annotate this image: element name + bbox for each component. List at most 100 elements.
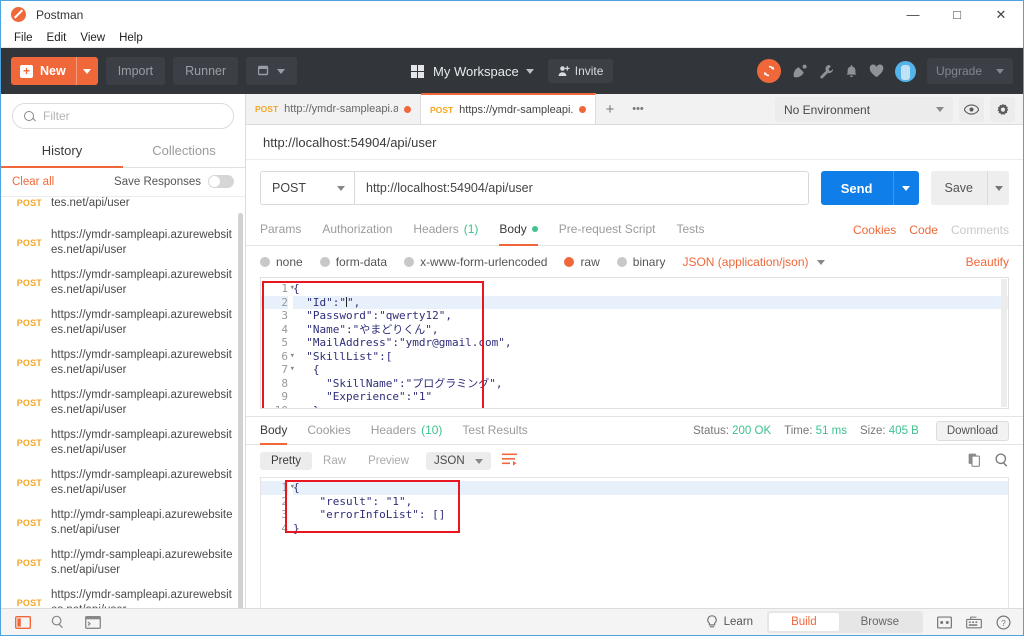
sync-icon[interactable] bbox=[756, 59, 781, 83]
keyboard-icon[interactable] bbox=[966, 616, 982, 629]
minimize-icon[interactable]: — bbox=[891, 1, 935, 28]
body-type-urlencoded[interactable]: x-www-form-urlencoded bbox=[404, 255, 547, 269]
history-item[interactable]: POST https://ymdr-sampleapi.azurewebsites… bbox=[1, 223, 245, 263]
menu-item-file[interactable]: File bbox=[7, 28, 40, 48]
fold-arrow-icon[interactable]: ▾ bbox=[290, 363, 295, 377]
tab-body[interactable]: Body bbox=[499, 215, 538, 246]
sidebar-tab-collections[interactable]: Collections bbox=[123, 136, 245, 168]
history-item[interactable]: POST tes.net/api/user bbox=[1, 197, 245, 223]
invite-button[interactable]: Invite bbox=[547, 59, 614, 83]
environment-selector[interactable]: No Environment bbox=[775, 97, 953, 122]
history-item[interactable]: POST https://ymdr-sampleapi.azurewebsites… bbox=[1, 263, 245, 303]
comments-link[interactable]: Comments bbox=[951, 223, 1009, 237]
sidebar-toggle-icon[interactable] bbox=[15, 615, 31, 629]
browse-button[interactable]: Browse bbox=[839, 613, 921, 631]
response-tab-cookies[interactable]: Cookies bbox=[307, 416, 350, 445]
response-tab-test-results[interactable]: Test Results bbox=[462, 416, 527, 445]
body-type-binary[interactable]: binary bbox=[616, 255, 665, 269]
new-button[interactable]: + New bbox=[11, 57, 98, 85]
help-icon[interactable]: ? bbox=[996, 615, 1011, 630]
workspace-selector[interactable]: My Workspace Invite bbox=[411, 59, 614, 83]
search-icon[interactable] bbox=[51, 615, 65, 629]
learn-button[interactable]: Learn bbox=[706, 614, 753, 630]
history-list[interactable]: POST tes.net/api/user POST https://ymdr-sam… bbox=[1, 196, 245, 608]
request-tab-1[interactable]: POST http://ymdr-sampleapi.azurewe bbox=[246, 94, 421, 124]
maximize-icon[interactable]: □ bbox=[935, 1, 979, 28]
console-icon[interactable] bbox=[85, 615, 101, 629]
history-item-method: POST bbox=[16, 198, 42, 208]
body-type-none[interactable]: none bbox=[260, 255, 303, 269]
toggle-switch[interactable] bbox=[208, 175, 234, 188]
new-tab-button[interactable]: + bbox=[596, 94, 624, 124]
send-button[interactable]: Send bbox=[820, 171, 893, 205]
close-icon[interactable]: ✕ bbox=[979, 1, 1023, 28]
request-editor-lines[interactable]: { "Id":"", "Password":"qwerty12", "Name"… bbox=[293, 282, 1008, 408]
sidebar-scrollbar[interactable] bbox=[238, 213, 243, 608]
search-icon[interactable] bbox=[995, 452, 1009, 470]
history-item[interactable]: POST https://ymdr-sampleapi.azurewebsites… bbox=[1, 383, 245, 423]
search-input[interactable]: Filter bbox=[12, 103, 234, 129]
word-wrap-icon[interactable] bbox=[501, 453, 518, 469]
settings-button[interactable] bbox=[990, 97, 1015, 122]
body-type-form-data[interactable]: form-data bbox=[319, 255, 387, 269]
save-responses-toggle[interactable]: Save Responses bbox=[114, 175, 234, 188]
fold-arrow-icon[interactable]: ▾ bbox=[290, 282, 295, 296]
cookies-link[interactable]: Cookies bbox=[853, 223, 896, 237]
tab-params[interactable]: Params bbox=[260, 215, 301, 246]
send-options-button[interactable] bbox=[892, 171, 919, 205]
tab-authorization[interactable]: Authorization bbox=[322, 215, 392, 246]
code-link[interactable]: Code bbox=[909, 223, 938, 237]
save-options-button[interactable] bbox=[987, 171, 1009, 205]
tab-headers[interactable]: Headers (1) bbox=[413, 215, 478, 246]
menu-item-help[interactable]: Help bbox=[112, 28, 150, 48]
body-type-raw[interactable]: raw bbox=[564, 255, 600, 269]
copy-icon[interactable] bbox=[968, 453, 981, 470]
menu-item-edit[interactable]: Edit bbox=[40, 28, 74, 48]
new-window-button[interactable] bbox=[246, 57, 298, 85]
history-item[interactable]: POST https://ymdr-sampleapi.azurewebsites… bbox=[1, 423, 245, 463]
tab-options-button[interactable]: ••• bbox=[624, 94, 652, 124]
response-body-viewer[interactable]: 1 ▾ 2 3 4 { "result": "1", "errorInfoList": … bbox=[260, 477, 1009, 608]
request-editor-scrollbar[interactable] bbox=[1001, 279, 1007, 407]
history-item[interactable]: POST https://ymdr-sampleapi.azurewebsites… bbox=[1, 343, 245, 383]
history-item[interactable]: POST http://ymdr-sampleapi.azurewebsites.… bbox=[1, 543, 245, 583]
bell-icon[interactable] bbox=[845, 64, 858, 79]
satellite-dish-icon[interactable] bbox=[792, 64, 808, 79]
tab-pre-request-script[interactable]: Pre-request Script bbox=[559, 215, 656, 246]
runner-button[interactable]: Runner bbox=[173, 57, 239, 85]
download-button[interactable]: Download bbox=[935, 420, 1009, 441]
upgrade-button[interactable]: Upgrade bbox=[926, 58, 1013, 84]
import-button[interactable]: Import bbox=[105, 57, 166, 85]
history-item[interactable]: POST https://ymdr-sampleapi.azurewebsites… bbox=[1, 463, 245, 503]
heart-icon[interactable] bbox=[869, 64, 884, 78]
wrench-icon[interactable] bbox=[819, 64, 834, 79]
request-tab-2[interactable]: POST https://ymdr-sampleapi.azurew bbox=[421, 93, 596, 124]
sidebar-tab-history[interactable]: History bbox=[1, 136, 123, 168]
history-item[interactable]: POST https://ymdr-sampleapi.azurewebsites… bbox=[1, 583, 245, 608]
fold-arrow-icon[interactable]: ▾ bbox=[290, 481, 295, 495]
fold-arrow-icon[interactable]: ▾ bbox=[290, 350, 295, 364]
view-mode-raw[interactable]: Raw bbox=[312, 452, 357, 470]
history-item[interactable]: POST https://ymdr-sampleapi.azurewebsites… bbox=[1, 303, 245, 343]
two-pane-icon[interactable] bbox=[937, 615, 952, 629]
history-item[interactable]: POST http://ymdr-sampleapi.azurewebsites.… bbox=[1, 503, 245, 543]
method-selector[interactable]: POST bbox=[260, 171, 354, 205]
response-viewer-lines[interactable]: { "result": "1", "errorInfoList": []} bbox=[293, 481, 1008, 535]
tab-tests[interactable]: Tests bbox=[676, 215, 704, 246]
url-input[interactable]: http://localhost:54904/api/user bbox=[354, 171, 809, 205]
avatar[interactable] bbox=[894, 60, 916, 82]
save-button[interactable]: Save bbox=[930, 171, 987, 205]
clear-all-button[interactable]: Clear all bbox=[12, 176, 54, 188]
build-button[interactable]: Build bbox=[769, 613, 839, 631]
content-type-selector[interactable]: JSON (application/json) bbox=[682, 255, 825, 269]
request-body-editor[interactable]: 1▾23456▾7▾89101112 { "Id":"", "Password"… bbox=[260, 277, 1009, 409]
response-tab-body[interactable]: Body bbox=[260, 416, 288, 445]
response-tab-headers[interactable]: Headers (10) bbox=[371, 416, 443, 445]
view-mode-pretty[interactable]: Pretty bbox=[260, 452, 313, 470]
environment-quick-look-button[interactable] bbox=[959, 97, 984, 122]
beautify-button[interactable]: Beautify bbox=[966, 255, 1009, 269]
response-format-selector[interactable]: JSON bbox=[425, 452, 491, 470]
new-dropdown-button[interactable] bbox=[75, 57, 98, 85]
view-mode-preview[interactable]: Preview bbox=[357, 452, 420, 470]
menu-item-view[interactable]: View bbox=[73, 28, 112, 48]
